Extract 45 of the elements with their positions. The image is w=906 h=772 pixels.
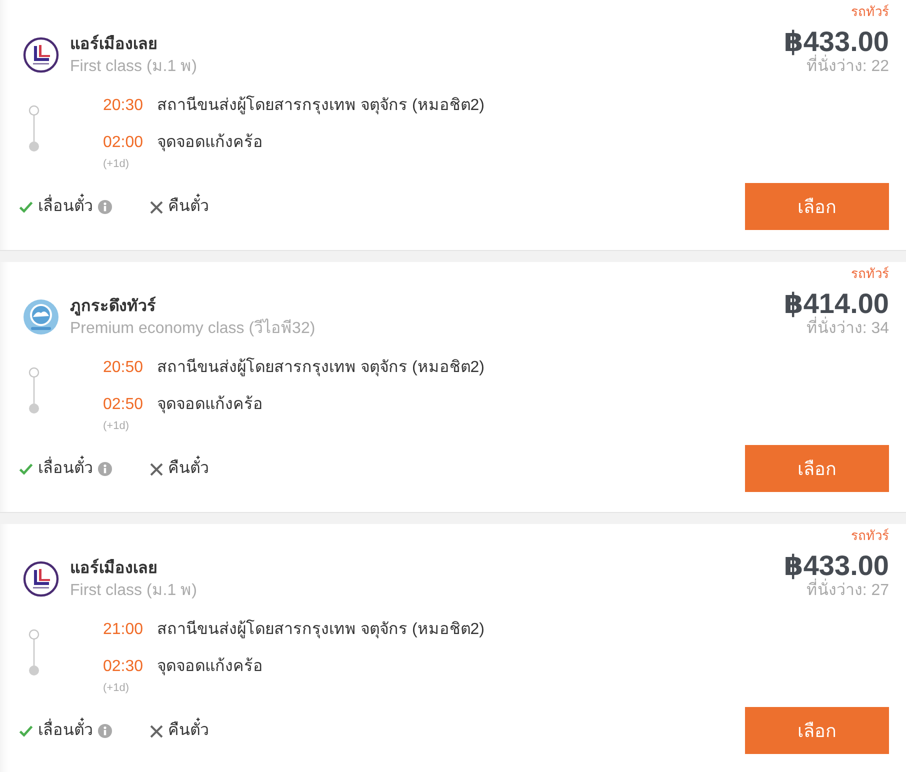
departure-time: 20:50 [103, 358, 144, 378]
day-offset: (+1d) [103, 682, 129, 694]
seat-class: First class (ม.1 พ) [70, 57, 197, 77]
select-button[interactable]: เลือก [745, 445, 889, 492]
timeline-icon [28, 367, 40, 414]
day-offset: (+1d) [103, 420, 129, 432]
info-icon[interactable] [98, 462, 112, 476]
departure-place: สถานีขนส่งผู้โดยสารกรุงเทพ จตุจักร (หมอชิต2) [157, 356, 484, 378]
arrival-place: จุดจอดแก้งคร้อ [157, 394, 264, 416]
departure-place: สถานีขนส่งผู้โดยสารกรุงเทพ จตุจักร (หมอชิต2) [157, 94, 484, 116]
select-button[interactable]: เลือก [745, 183, 889, 230]
operator-name: ภูกระดึงทัวร์ [70, 296, 157, 318]
policy-label: คืนตั๋ว [168, 719, 209, 743]
departure-time: 20:30 [103, 96, 144, 116]
price: ฿433.00 [784, 549, 889, 581]
timeline-icon [28, 105, 40, 152]
operator-name: แอร์เมืองเลย [70, 558, 158, 579]
timeline-icon [28, 629, 40, 676]
bus-type-tag: รถทัวร์ [851, 266, 889, 282]
departure-place: สถานีขนส่งผู้โดยสารกรุงเทพ จตุจักร (หมอชิต2) [157, 618, 484, 640]
policy-label: คืนตั๋ว [168, 195, 209, 219]
policy-label: เลื่อนตั๋ว [38, 457, 93, 481]
info-icon[interactable] [98, 200, 112, 214]
departure-time: 21:00 [103, 620, 144, 640]
arrival-place: จุดจอดแก้งคร้อ [157, 132, 264, 154]
arrival-time: 02:30 [103, 657, 144, 677]
arrival-time: 02:50 [103, 395, 144, 415]
seats-available: ที่นั่งว่าง: 22 [806, 57, 889, 77]
seats-available: ที่นั่งว่าง: 27 [806, 581, 889, 601]
day-offset: (+1d) [103, 158, 129, 170]
seat-class: First class (ม.1 พ) [70, 581, 197, 601]
policy-label: เลื่อนตั๋ว [38, 719, 93, 743]
arrival-time: 02:00 [103, 133, 144, 153]
policy-label: คืนตั๋ว [168, 457, 209, 481]
select-button[interactable]: เลือก [745, 707, 889, 754]
bus-type-tag: รถทัวร์ [851, 4, 889, 20]
arrival-place: จุดจอดแก้งคร้อ [157, 656, 264, 678]
seat-class: Premium economy class (วีไอพี32) [70, 319, 316, 339]
seats-available: ที่นั่งว่าง: 34 [806, 319, 889, 339]
price: ฿433.00 [784, 25, 889, 57]
operator-name: แอร์เมืองเลย [70, 34, 158, 55]
info-icon[interactable] [98, 724, 112, 738]
policy-label: เลื่อนตั๋ว [38, 195, 93, 219]
price: ฿414.00 [784, 287, 889, 319]
bus-type-tag: รถทัวร์ [851, 528, 889, 544]
